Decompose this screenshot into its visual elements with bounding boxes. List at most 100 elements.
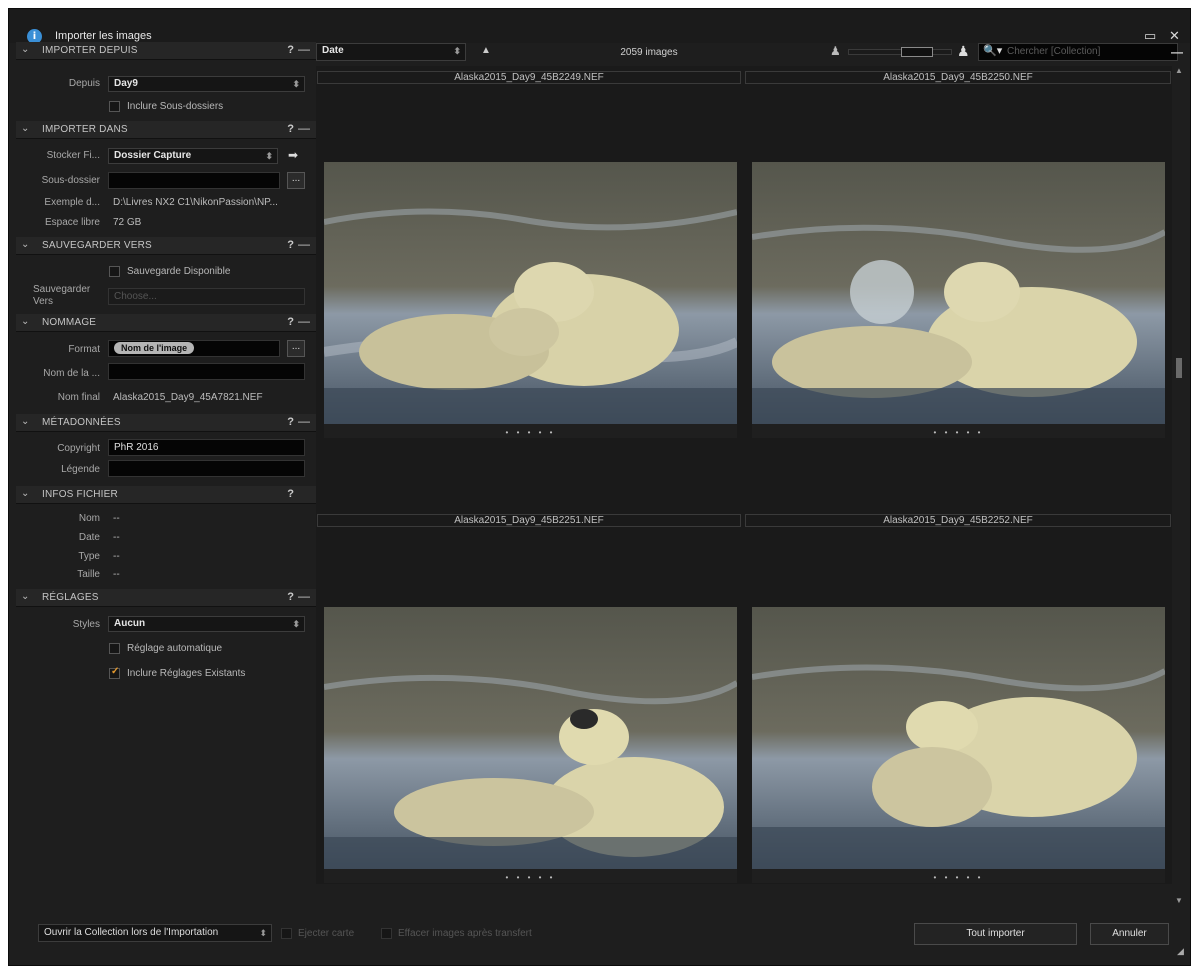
cancel-button[interactable]: Annuler [1090,923,1169,945]
rating-dots[interactable]: • • • • • [752,873,1165,882]
help-icon[interactable]: ? [287,239,294,251]
sort-select[interactable]: Date ⬍ [316,43,466,61]
search-icon[interactable]: 🔍▾ [983,44,1002,57]
thumbnail-image[interactable]: • • • • • [752,607,1165,883]
styles-select[interactable]: Aucun ⬍ [108,616,305,632]
chevron-down-icon: ⌄ [21,123,30,134]
eject-card-checkbox[interactable] [281,928,292,939]
slider-handle[interactable] [901,47,933,57]
maximize-icon[interactable]: ▭ [1144,29,1156,43]
thumbnail-filename: Alaska2015_Day9_45B2252.NEF [745,514,1171,527]
section-header-settings[interactable]: ⌄ RÉGLAGES ? — [16,589,316,607]
file-info-size-label: Taille [77,569,100,580]
spinner-arrows-icon: ⬍ [259,928,267,938]
rating-dots[interactable]: • • • • • [752,428,1165,437]
search-input[interactable]: Chercher [Collection] [978,43,1178,61]
help-icon[interactable]: ? [287,316,294,328]
scrollbar-thumb[interactable] [1176,358,1182,378]
section-header-import-from[interactable]: ⌄ IMPORTER DEPUIS ? — [16,42,316,60]
free-space-value: 72 GB [113,217,142,228]
help-icon[interactable]: ? [287,488,294,500]
copyright-field[interactable]: PhR 2016 [108,439,305,456]
close-icon[interactable]: ✕ [1169,29,1180,43]
backup-enabled-checkbox[interactable] [109,266,120,277]
thumbnail-image[interactable]: • • • • • [324,607,737,883]
example-path: D:\Livres NX2 C1\NikonPassion\NP... [113,197,278,208]
section-header-metadata[interactable]: ⌄ MÉTADONNÉES ? — [16,414,316,432]
thumbnail-size-slider[interactable] [848,47,952,57]
section-title: MÉTADONNÉES [42,417,121,428]
thumbnail-image[interactable]: • • • • • [752,162,1165,438]
thumbnail-image[interactable]: • • • • • [324,162,737,438]
help-icon[interactable]: ? [287,123,294,135]
format-edit-button[interactable]: ... [287,340,305,357]
section-header-backup[interactable]: ⌄ SAUVEGARDER VERS ? — [16,237,316,255]
file-info-date-label: Date [78,532,100,543]
section-title: RÉGLAGES [42,592,99,603]
title-bar: i Importer les images ▭ ✕ [9,9,1190,44]
format-field[interactable]: Nom de l'image [108,340,280,357]
from-label: Depuis [68,78,100,89]
name-label: Nom de la ... [43,368,100,379]
chevron-down-icon: ⌄ [21,488,30,499]
section-title: NOMMAGE [42,317,97,328]
auto-adjust-checkbox[interactable] [109,643,120,654]
help-icon[interactable]: ? [287,44,294,56]
from-select-value: Day9 [114,78,138,89]
format-label: Format [68,344,100,355]
include-existing-label: Inclure Réglages Existants [127,668,246,679]
styles-label: Styles [72,619,100,630]
section-header-file-info[interactable]: ⌄ INFOS FICHIER ? [16,486,316,504]
arrow-right-icon[interactable]: ➡ [288,148,298,162]
collapse-icon[interactable]: — [298,237,310,251]
scroll-up-icon[interactable]: ▲ [1175,66,1183,75]
from-select[interactable]: Day9 ⬍ [108,76,305,92]
subfolder-field[interactable] [108,172,280,189]
styles-value: Aucun [114,618,146,629]
section-header-import-to[interactable]: ⌄ IMPORTER DANS ? — [16,121,316,139]
open-collection-select[interactable]: Ouvrir la Collection lors de l'Importati… [38,924,272,942]
format-token[interactable]: Nom de l'image [114,342,195,354]
scroll-down-icon[interactable]: ▼ [1175,896,1183,905]
help-icon[interactable]: ? [287,591,294,603]
delete-after-checkbox[interactable] [381,928,392,939]
store-files-value: Dossier Capture [114,150,192,161]
polar-bear-photo [324,607,737,883]
collapse-icon[interactable]: — [298,42,310,56]
collapse-icon[interactable]: — [298,589,310,603]
section-title: INFOS FICHIER [42,489,118,500]
chevron-down-icon: ⌄ [21,316,30,327]
image-grid: Alaska2015_Day9_45B2249.NEF Alaska2015_D… [316,66,1172,884]
backup-to-label: Sauvegarder Vers [33,284,91,307]
example-label: Exemple d... [44,197,100,208]
import-all-button[interactable]: Tout importer [914,923,1077,945]
file-info-size-value: -- [113,569,120,580]
image-count: 2059 images [620,47,678,58]
section-header-naming[interactable]: ⌄ NOMMAGE ? — [16,314,316,332]
name-field[interactable] [108,363,305,380]
section-title: SAUVEGARDER VERS [42,240,152,251]
help-icon[interactable]: ? [287,416,294,428]
subfolder-browse-button[interactable]: ... [287,172,305,189]
person-large-icon[interactable]: ♟ [957,43,970,60]
vertical-scrollbar[interactable]: ▲ ▼ [1174,66,1184,908]
triangle-up-icon[interactable]: ▲ [481,45,491,56]
rating-dots[interactable]: • • • • • [324,428,737,437]
collapse-icon[interactable]: — [298,314,310,328]
store-files-select[interactable]: Dossier Capture ⬍ [108,148,278,164]
rating-dots[interactable]: • • • • • [324,873,737,882]
section-title: IMPORTER DANS [42,124,128,135]
caption-field[interactable] [108,460,305,477]
person-small-icon[interactable]: ♟ [830,44,841,58]
include-existing-checkbox[interactable] [109,666,120,679]
collapse-icon[interactable]: — [298,121,310,135]
resize-grip-icon[interactable]: ◢ [1177,946,1184,957]
collapse-icon[interactable]: — [298,414,310,428]
thumbnail-filename: Alaska2015_Day9_45B2249.NEF [317,71,741,84]
collapse-icon[interactable]: — [1171,45,1183,59]
auto-adjust-label: Réglage automatique [127,643,223,654]
backup-to-field[interactable]: Choose... [108,288,305,305]
delete-after-label: Effacer images après transfert [398,928,532,939]
include-subfolders-checkbox[interactable] [109,101,120,112]
polar-bear-photo [324,162,737,438]
